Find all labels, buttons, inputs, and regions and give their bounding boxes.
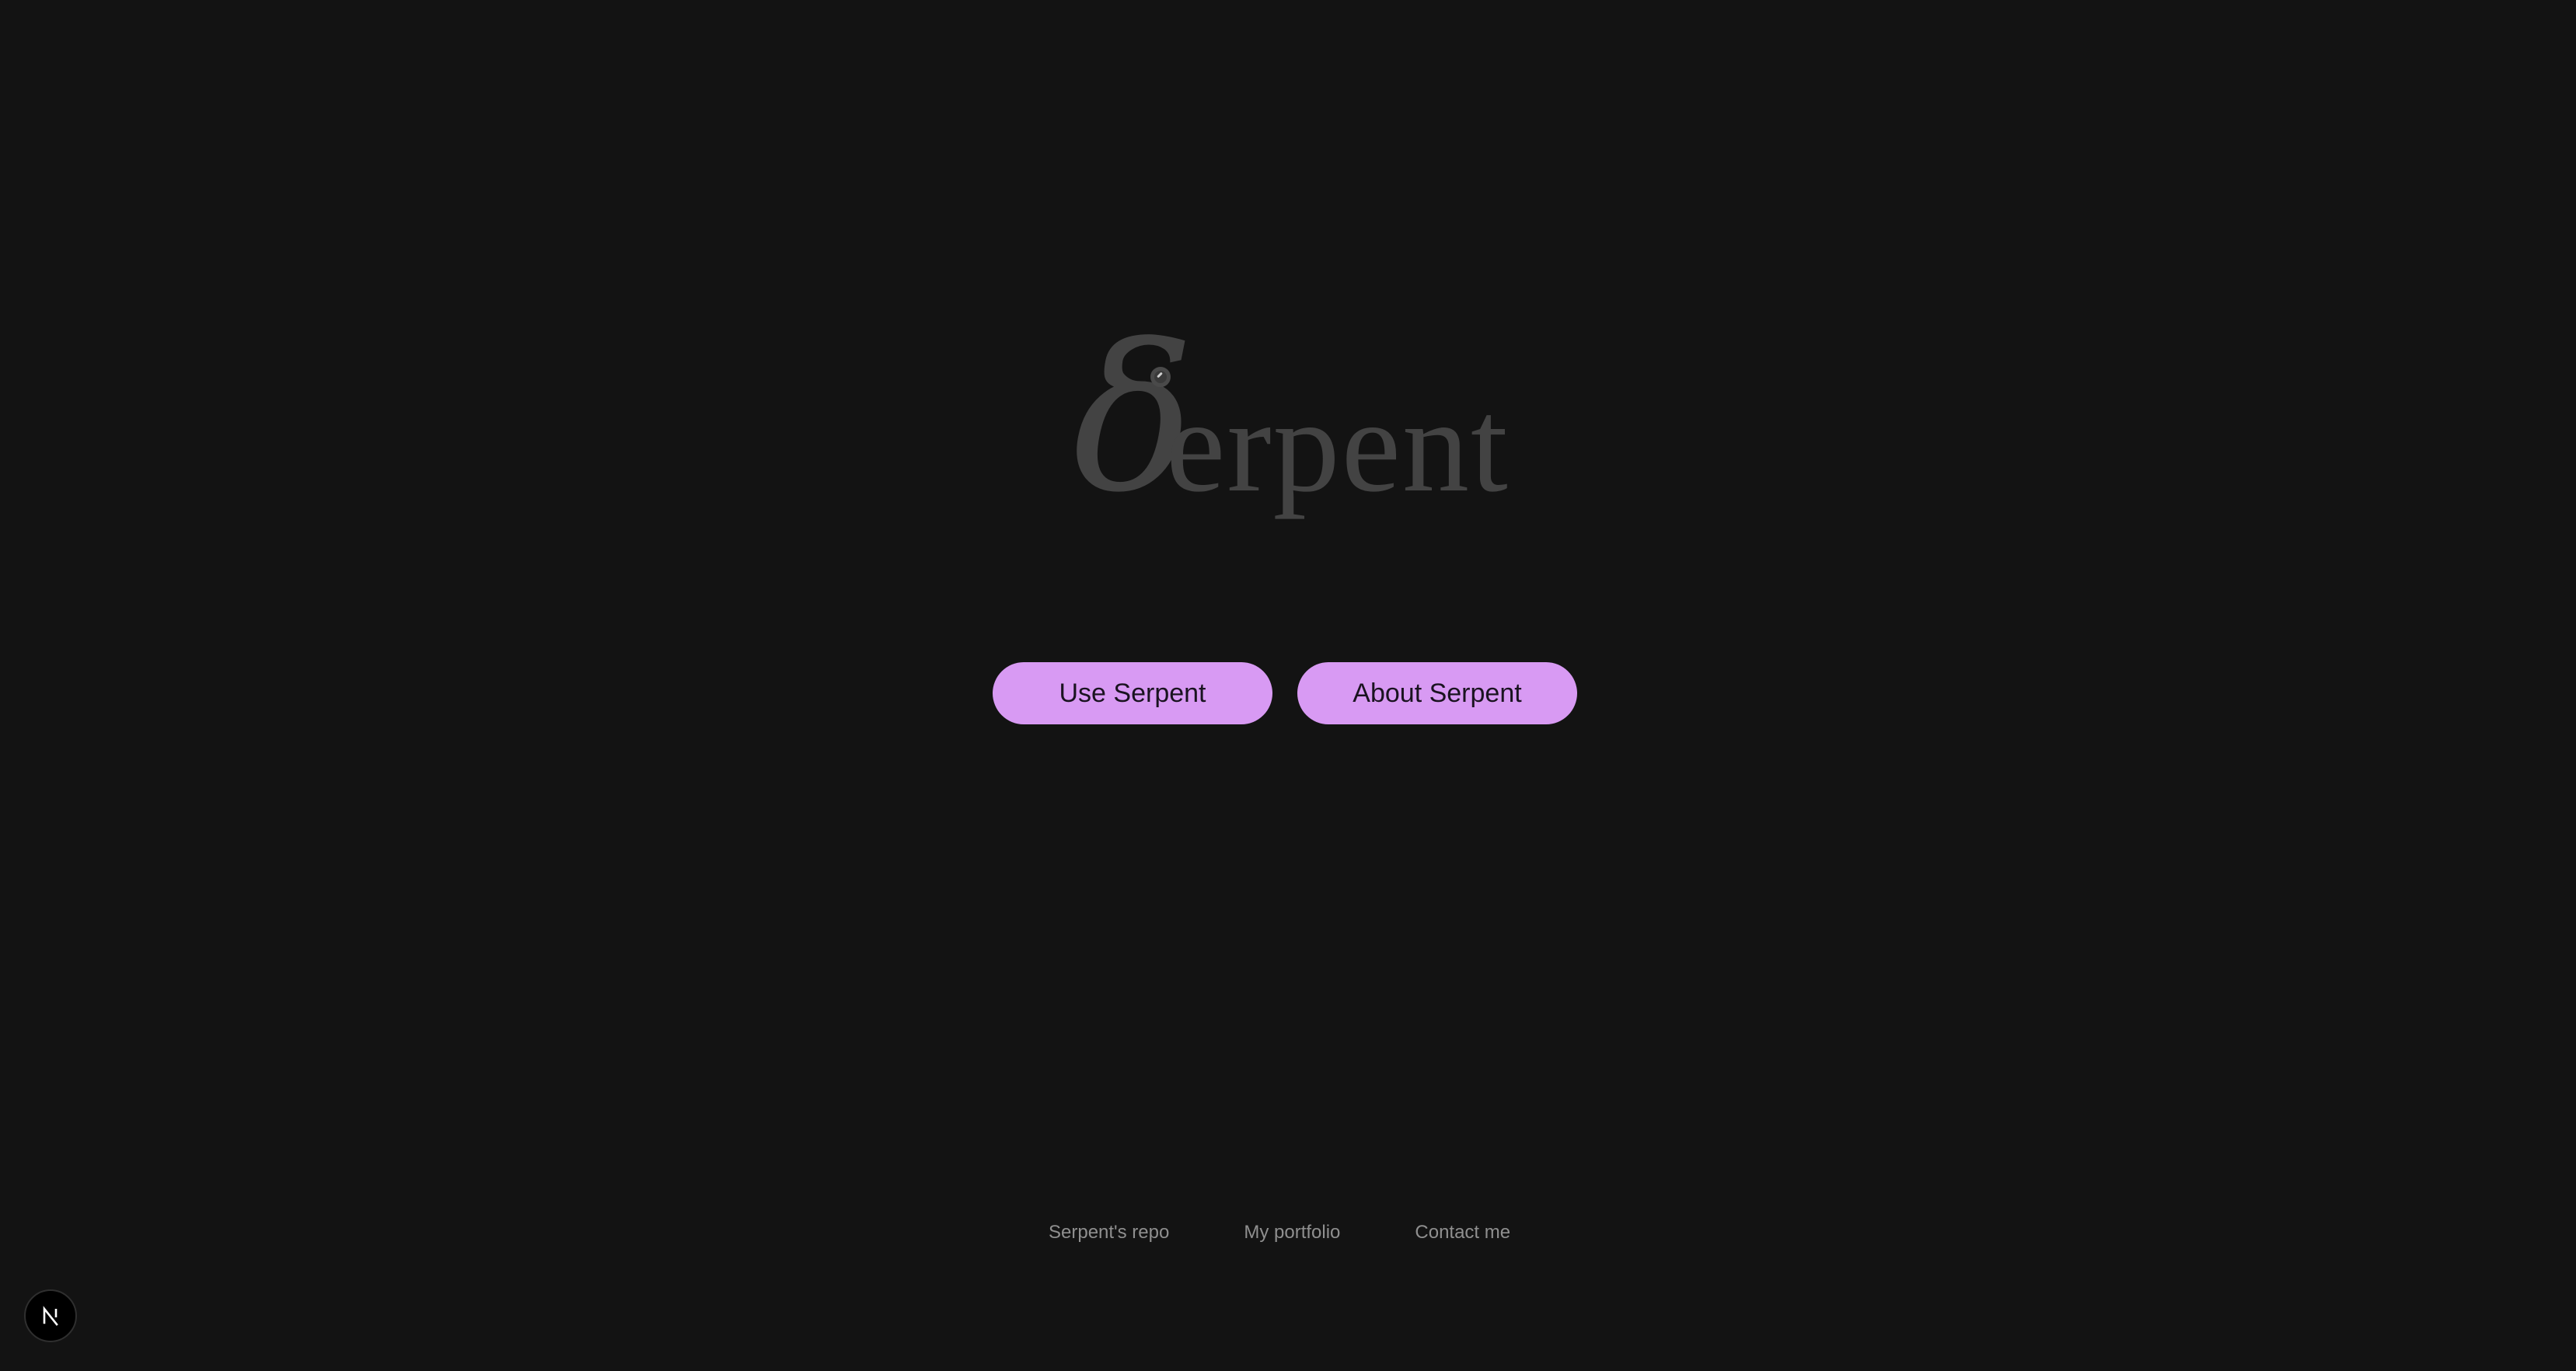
nextjs-icon xyxy=(43,1306,58,1326)
contact-link[interactable]: Contact me xyxy=(1415,1223,1510,1242)
action-buttons: Use Serpent About Serpent xyxy=(993,662,1577,724)
serpent-logo: δ erpent xyxy=(1057,319,1524,536)
logo-wordmark: erpent xyxy=(1166,372,1510,520)
portfolio-link[interactable]: My portfolio xyxy=(1244,1223,1340,1242)
serpent-repo-link[interactable]: Serpent's repo xyxy=(1049,1223,1169,1242)
about-serpent-button[interactable]: About Serpent xyxy=(1297,662,1577,724)
nextjs-dev-badge[interactable] xyxy=(24,1289,77,1342)
use-serpent-button[interactable]: Use Serpent xyxy=(993,662,1272,724)
footer-links: Serpent's repo My portfolio Contact me xyxy=(1049,1223,1510,1242)
